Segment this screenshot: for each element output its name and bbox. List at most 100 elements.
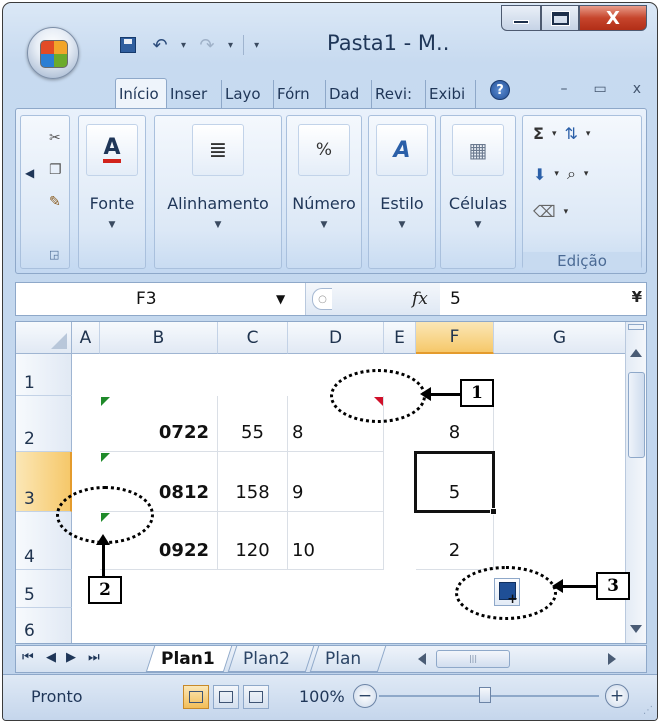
clipboard-group: ✂ ◀ ❐ ✎ ◲ xyxy=(20,115,70,269)
autosum-icon[interactable]: Σ xyxy=(533,124,544,143)
customize-toolbar-icon[interactable]: ▾ xyxy=(254,40,259,51)
font-group[interactable]: A Fonte ▼ xyxy=(78,115,146,269)
page-break-view-button[interactable] xyxy=(243,685,269,709)
sheet-tab-plan2[interactable]: Plan2 xyxy=(227,646,315,672)
alignment-group[interactable]: ≣ Alinhamento ▼ xyxy=(154,115,282,269)
tab-layout[interactable]: Layo xyxy=(222,80,274,108)
split-box[interactable] xyxy=(628,324,644,330)
save-button[interactable] xyxy=(117,34,139,56)
row-header-1[interactable]: 1 xyxy=(16,354,72,396)
help-icon[interactable]: ? xyxy=(490,80,510,100)
cell-d4[interactable]: 10 xyxy=(288,512,384,570)
cell-c4[interactable]: 120 xyxy=(218,512,288,570)
vertical-scroll-thumb[interactable] xyxy=(628,372,645,458)
dropdown-arrow-icon[interactable]: ▾ xyxy=(584,169,589,179)
first-sheet-icon[interactable]: ⏮ xyxy=(22,650,34,665)
undo-button[interactable]: ↶ xyxy=(149,34,171,56)
tab-dados[interactable]: Dad xyxy=(326,80,372,108)
cell-c3[interactable]: 158 xyxy=(218,452,288,512)
column-header-e[interactable]: E xyxy=(384,322,416,354)
name-box-dropdown-icon[interactable]: ▼ xyxy=(276,292,285,306)
undo-dropdown-icon[interactable]: ▾ xyxy=(181,40,186,51)
tab-revisao[interactable]: Revi: xyxy=(372,80,426,108)
zoom-slider[interactable] xyxy=(379,687,599,703)
formula-bar-resize-handle[interactable]: ○ xyxy=(312,288,332,310)
horizontal-scrollbar[interactable]: ||| xyxy=(416,650,616,668)
scroll-left-icon[interactable]: ◀ xyxy=(25,166,34,180)
column-header-a[interactable]: A xyxy=(72,322,100,354)
cell-c2[interactable]: 55 xyxy=(218,396,288,452)
scroll-left-icon[interactable] xyxy=(418,653,426,665)
zoom-in-button[interactable]: + xyxy=(605,684,629,708)
cell-d3[interactable]: 9 xyxy=(288,452,384,512)
prev-sheet-icon[interactable]: ◀ xyxy=(46,650,56,665)
annotation-ellipse-3 xyxy=(455,566,557,620)
cells-group[interactable]: ▦ Células ▼ xyxy=(440,115,516,269)
dropdown-arrow-icon[interactable]: ▾ xyxy=(586,129,591,139)
style-group[interactable]: A Estilo ▼ xyxy=(368,115,436,269)
column-header-g[interactable]: G xyxy=(494,322,626,354)
copy-icon[interactable]: ❐ xyxy=(49,162,62,178)
row-header-5[interactable]: 5 xyxy=(16,570,72,608)
annotation-ellipse-1 xyxy=(330,369,426,423)
find-select-icon[interactable]: ⌕ xyxy=(567,164,576,184)
page-layout-view-button[interactable] xyxy=(213,685,239,709)
column-header-c[interactable]: C xyxy=(218,322,288,354)
redo-dropdown-icon[interactable]: ▾ xyxy=(228,40,233,51)
tab-formulas[interactable]: Fórn xyxy=(274,80,326,108)
cell-f4[interactable]: 2 xyxy=(416,512,494,570)
scroll-up-icon[interactable] xyxy=(630,349,642,357)
expand-formula-bar-icon[interactable]: ¥ xyxy=(632,288,642,306)
tab-inicio[interactable]: Início xyxy=(115,78,167,108)
scroll-down-icon[interactable] xyxy=(630,625,642,633)
zoom-out-button[interactable]: − xyxy=(353,684,377,708)
fill-handle[interactable] xyxy=(490,508,497,515)
dialog-launcher-icon[interactable]: ◲ xyxy=(49,248,59,261)
fill-icon[interactable]: ⬇ xyxy=(533,165,546,184)
last-sheet-icon[interactable]: ⏭ xyxy=(88,650,100,665)
next-sheet-icon[interactable]: ▶ xyxy=(66,650,76,665)
maximize-button[interactable] xyxy=(541,5,579,31)
tab-inserir[interactable]: Inser xyxy=(167,80,222,108)
insert-function-icon[interactable]: fx xyxy=(412,289,428,309)
select-all-button[interactable] xyxy=(16,322,72,354)
name-box[interactable]: F3 xyxy=(16,283,306,315)
dropdown-arrow-icon[interactable]: ▾ xyxy=(552,129,557,139)
horizontal-scroll-thumb[interactable]: ||| xyxy=(436,650,510,668)
ribbon-close-icon[interactable]: x xyxy=(633,81,641,97)
office-button[interactable] xyxy=(27,27,79,79)
format-painter-icon[interactable]: ✎ xyxy=(49,194,61,210)
dropdown-arrow-icon[interactable]: ▾ xyxy=(554,169,559,179)
normal-view-button[interactable] xyxy=(183,685,209,709)
resize-grip-icon[interactable]: ⋰ xyxy=(643,705,653,716)
column-header-d[interactable]: D xyxy=(288,322,384,354)
cut-icon[interactable]: ✂ xyxy=(49,130,61,146)
sheet-tab-plan1[interactable]: Plan1 xyxy=(145,646,233,672)
scroll-right-icon[interactable] xyxy=(608,653,616,665)
clear-icon[interactable]: ⌫ xyxy=(533,202,556,221)
minimize-button[interactable] xyxy=(501,5,541,31)
row-header-6[interactable]: 6 xyxy=(16,608,72,643)
redo-button[interactable]: ↷ xyxy=(196,34,218,56)
column-header-b[interactable]: B xyxy=(100,322,218,354)
ribbon-restore-icon[interactable]: ▭ xyxy=(593,81,606,97)
close-button[interactable]: X xyxy=(579,5,647,31)
error-indicator-icon[interactable] xyxy=(101,453,110,462)
editing-row-2: ⬇ ▾ ⌕ ▾ xyxy=(533,164,588,184)
sheet-tab-plan3[interactable]: Plan xyxy=(309,646,387,672)
zoom-level[interactable]: 100% xyxy=(299,687,345,706)
alignment-group-label: Alinhamento xyxy=(167,194,269,213)
annotation-arrow-1 xyxy=(420,387,460,401)
row-header-2[interactable]: 2 xyxy=(16,396,72,452)
tab-exibicao[interactable]: Exibi xyxy=(426,80,476,108)
ribbon-minimize-icon[interactable]: – xyxy=(560,81,567,97)
dropdown-arrow-icon[interactable]: ▾ xyxy=(564,207,569,217)
formula-input[interactable]: 5 xyxy=(450,289,461,309)
cell-b2[interactable]: 0722 xyxy=(100,396,218,452)
minimize-icon xyxy=(513,20,529,24)
number-group[interactable]: % Número ▼ xyxy=(286,115,362,269)
column-header-f[interactable]: F xyxy=(416,322,494,354)
zoom-slider-thumb[interactable] xyxy=(479,687,491,703)
error-indicator-icon[interactable] xyxy=(101,397,110,406)
sort-filter-icon[interactable]: ⇅ xyxy=(564,124,577,143)
